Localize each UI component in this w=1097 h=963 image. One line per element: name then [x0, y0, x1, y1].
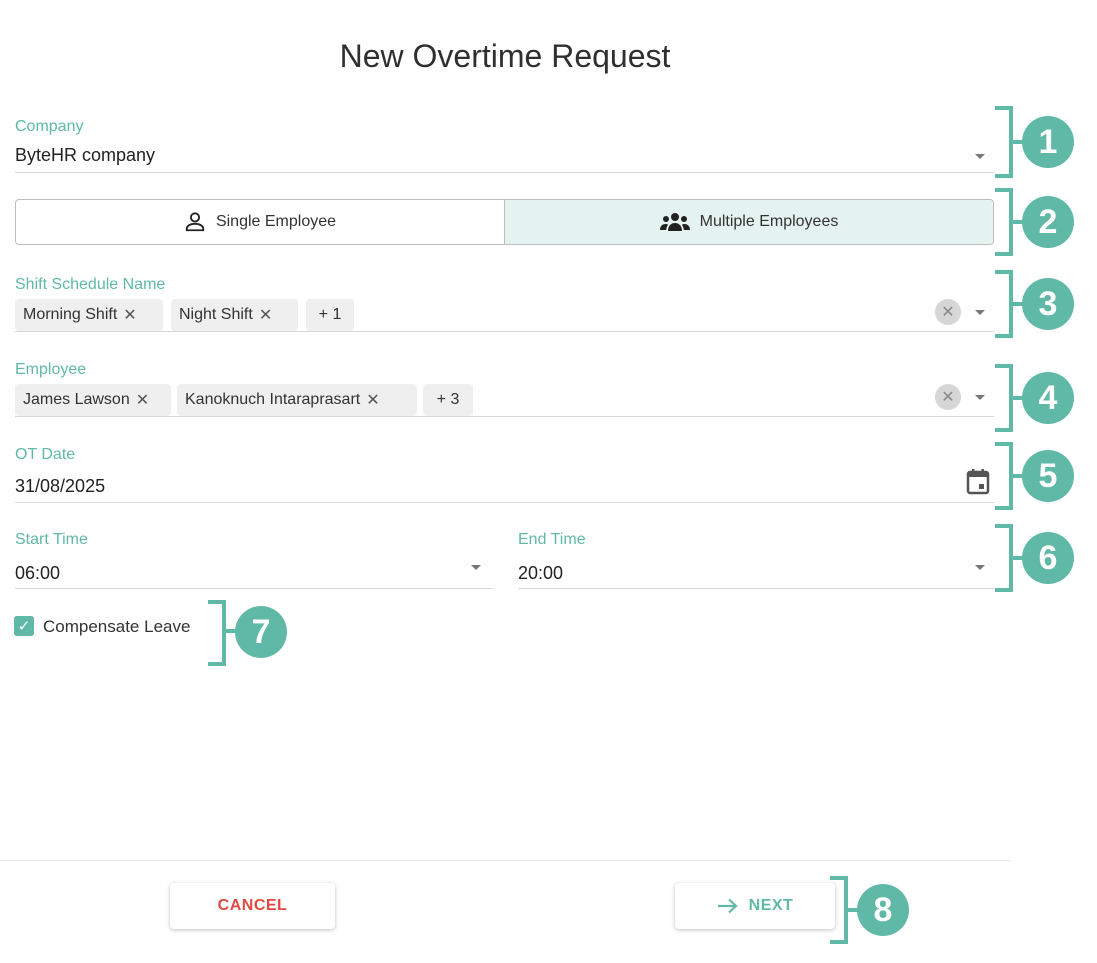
remove-chip-icon[interactable]: ✕ — [123, 305, 136, 325]
shift-chip: Night Shift ✕ — [171, 299, 298, 331]
employee-underline — [15, 416, 994, 417]
callout-bracket — [995, 188, 1013, 256]
next-button[interactable]: NEXT — [675, 883, 835, 929]
employee-mode-toggle: Single Employee Multiple Employees — [15, 199, 994, 245]
single-employee-option[interactable]: Single Employee — [16, 200, 504, 244]
calendar-icon[interactable] — [966, 469, 990, 495]
multiple-employees-option[interactable]: Multiple Employees — [504, 200, 993, 244]
cancel-button[interactable]: CANCEL — [170, 883, 335, 929]
company-underline — [15, 172, 994, 173]
callout-badge-2: 2 — [1022, 196, 1074, 248]
ot-date-value[interactable]: 31/08/2025 — [15, 476, 105, 497]
multiple-employees-label: Multiple Employees — [699, 213, 839, 230]
end-time-label: End Time — [518, 531, 586, 548]
callout-badge-8: 8 — [857, 884, 909, 936]
shift-schedule-chips: Morning Shift ✕ Night Shift ✕ + 1 — [15, 299, 915, 331]
person-icon — [185, 212, 205, 232]
company-label: Company — [15, 118, 84, 135]
callout-bracket — [995, 364, 1013, 432]
next-label: NEXT — [748, 897, 794, 914]
compensate-leave-label[interactable]: Compensate Leave — [43, 617, 190, 637]
callout-badge-7: 7 — [235, 606, 287, 658]
callout-badge-5: 5 — [1022, 450, 1074, 502]
employee-chip: James Lawson ✕ — [15, 384, 171, 416]
ot-date-label: OT Date — [15, 446, 76, 463]
employee-caret-down-icon[interactable] — [975, 395, 985, 400]
callout-bracket — [995, 270, 1013, 338]
callout-badge-6: 6 — [1022, 532, 1074, 584]
shift-underline — [15, 331, 994, 332]
employee-clear-icon[interactable]: ✕ — [935, 384, 961, 410]
callout-bracket — [995, 524, 1013, 592]
shift-more-chip[interactable]: + 1 — [306, 299, 354, 331]
end-time-underline — [518, 588, 994, 589]
ot-date-underline — [15, 502, 994, 503]
callout-badge-3: 3 — [1022, 278, 1074, 330]
shift-schedule-label: Shift Schedule Name — [15, 276, 166, 293]
remove-chip-icon[interactable]: ✕ — [366, 390, 379, 410]
remove-chip-icon[interactable]: ✕ — [259, 305, 272, 325]
check-icon: ✓ — [17, 618, 31, 635]
start-time-value[interactable]: 06:00 — [15, 563, 60, 584]
callout-bracket — [995, 106, 1013, 178]
employee-chip-label: James Lawson — [23, 391, 130, 408]
arrow-right-icon — [717, 898, 738, 914]
employee-more-chip[interactable]: + 3 — [423, 384, 473, 416]
company-value[interactable]: ByteHR company — [15, 145, 155, 166]
start-time-label: Start Time — [15, 531, 88, 548]
remove-chip-icon[interactable]: ✕ — [136, 390, 149, 410]
shift-clear-icon[interactable]: ✕ — [935, 299, 961, 325]
single-employee-label: Single Employee — [215, 213, 337, 230]
footer-divider — [0, 860, 1010, 861]
page-title: New Overtime Request — [339, 38, 671, 74]
shift-chip: Morning Shift ✕ — [15, 299, 163, 331]
start-time-caret-down-icon[interactable] — [471, 565, 481, 570]
callout-bracket — [830, 876, 848, 944]
shift-caret-down-icon[interactable] — [975, 310, 985, 315]
employee-label: Employee — [15, 361, 87, 378]
shift-chip-label: Morning Shift — [23, 306, 118, 323]
group-icon — [659, 213, 690, 231]
end-time-value[interactable]: 20:00 — [518, 563, 563, 584]
callout-badge-4: 4 — [1022, 372, 1074, 424]
callout-bracket — [208, 600, 226, 666]
employee-chip: Kanoknuch Intaraprasart ✕ — [177, 384, 417, 416]
company-caret-down-icon[interactable] — [975, 154, 985, 159]
shift-chip-label: Night Shift — [179, 306, 253, 323]
employee-chips: James Lawson ✕ Kanoknuch Intaraprasart ✕… — [15, 384, 915, 416]
end-time-caret-down-icon[interactable] — [975, 565, 985, 570]
compensate-leave-checkbox[interactable]: ✓ — [14, 616, 34, 636]
start-time-underline — [15, 588, 493, 589]
employee-chip-label: Kanoknuch Intaraprasart — [185, 391, 361, 408]
callout-bracket — [995, 442, 1013, 510]
callout-badge-1: 1 — [1022, 116, 1074, 168]
